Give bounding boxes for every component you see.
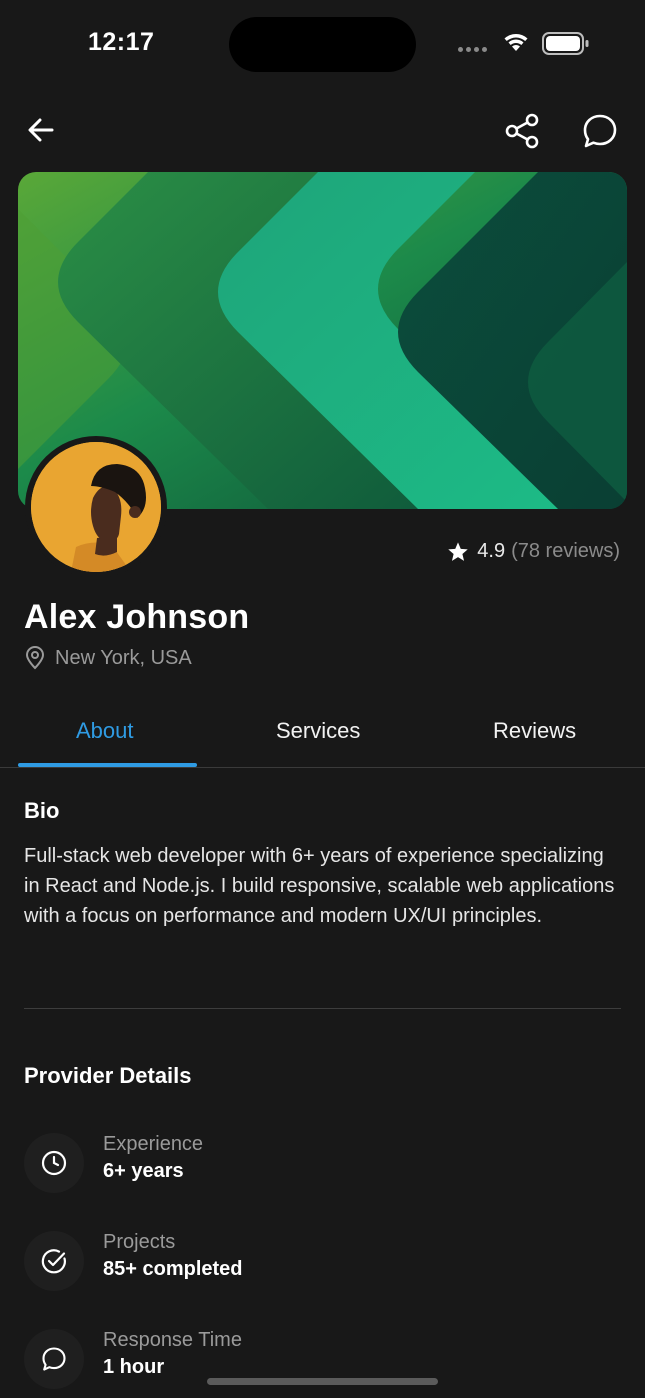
profile-name: Alex Johnson	[24, 598, 250, 636]
divider	[24, 1008, 621, 1009]
share-icon	[505, 113, 539, 149]
profile-tabs: About Services Reviews	[0, 700, 645, 768]
detail-label: Response Time	[103, 1329, 242, 1351]
detail-value: 1 hour	[103, 1356, 165, 1378]
status-time: 12:17	[88, 28, 155, 56]
arrow-left-icon	[28, 118, 54, 142]
home-indicator[interactable]	[207, 1378, 438, 1385]
battery-icon	[542, 32, 589, 55]
tab-about[interactable]: About	[76, 718, 134, 744]
detail-value: 85+ completed	[103, 1258, 243, 1280]
bio-heading: Bio	[24, 798, 60, 823]
detail-experience: Experience 6+ years	[24, 1133, 621, 1219]
check-circle-icon	[41, 1249, 66, 1274]
detail-label: Experience	[103, 1133, 204, 1155]
profile-photo	[31, 442, 161, 572]
location-text: New York, USA	[55, 646, 192, 669]
detail-label: Projects	[103, 1231, 176, 1253]
message-button[interactable]	[580, 111, 620, 151]
share-button[interactable]	[503, 111, 543, 151]
rating-value: 4.9	[477, 540, 506, 562]
review-count: (78 reviews)	[511, 540, 620, 562]
detail-response-time: Response Time 1 hour	[24, 1329, 621, 1398]
active-tab-indicator	[18, 763, 197, 767]
star-icon	[448, 541, 468, 561]
bio-text: Full-stack web developer with 6+ years o…	[24, 845, 615, 927]
rating[interactable]: 4.9 (78 reviews)	[447, 540, 620, 563]
dynamic-island	[229, 17, 416, 72]
wifi-icon	[504, 34, 528, 51]
provider-details-heading: Provider Details	[24, 1063, 192, 1088]
location: New York, USA	[24, 646, 192, 670]
tab-reviews[interactable]: Reviews	[493, 718, 576, 744]
tab-services[interactable]: Services	[276, 718, 360, 744]
avatar[interactable]	[25, 436, 167, 578]
detail-projects: Projects 85+ completed	[24, 1231, 621, 1317]
chat-bubble-icon	[583, 114, 617, 148]
map-pin-icon	[25, 646, 45, 670]
clock-icon	[41, 1150, 67, 1176]
detail-value: 6+ years	[103, 1160, 184, 1182]
cellular-signal-icon	[458, 47, 487, 52]
status-bar: 12:17	[0, 0, 645, 90]
chat-bubble-icon	[42, 1347, 66, 1371]
back-button[interactable]	[24, 112, 60, 148]
